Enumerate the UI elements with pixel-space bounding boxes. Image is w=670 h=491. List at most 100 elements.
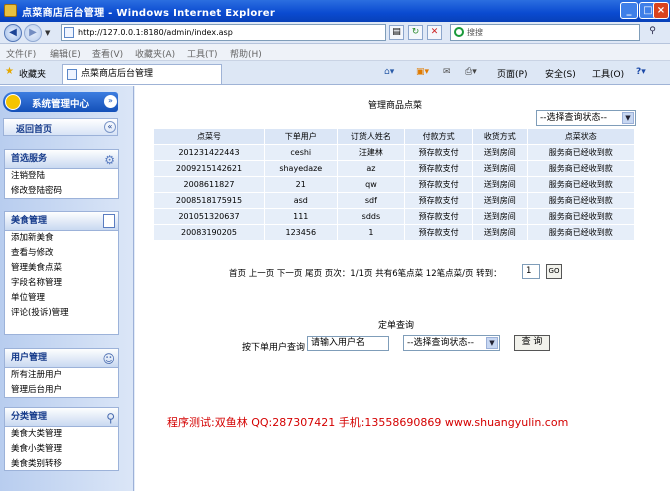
sidebar: 系统管理中心 » 返回首页 « 首选服务 ⚙ 注销登陆 修改登陆密码 美食管理 … bbox=[0, 86, 134, 491]
table-cell: 送到房间 bbox=[472, 144, 528, 161]
sidebar-item-category-transfer[interactable]: 美食类别转移 bbox=[5, 457, 118, 472]
table-cell: 送到房间 bbox=[472, 224, 528, 241]
panel-user-management: 用户管理 ☺ 所有注册用户 管理后台用户 bbox=[4, 348, 119, 398]
menu-favorites[interactable]: 收藏夹(A) bbox=[135, 47, 175, 60]
collapse-icon[interactable]: « bbox=[104, 121, 116, 133]
back-button[interactable]: ◀ bbox=[4, 24, 22, 42]
admin-center-icon bbox=[5, 94, 21, 110]
favorites-button[interactable]: 收藏夹 bbox=[19, 67, 46, 80]
sidebar-item-logout[interactable]: 注销登陆 bbox=[5, 169, 118, 184]
table-row: 2008518175915 asd sdf 预存款支付 送到房间 服务商已经收到款 bbox=[153, 192, 636, 209]
tools-menu[interactable]: 工具(O) bbox=[592, 67, 624, 80]
help-icon[interactable]: ?▾ bbox=[636, 67, 646, 77]
chevron-down-icon: ▼ bbox=[486, 337, 498, 349]
footer-credits: 程序测试:双鱼林 QQ:287307421 手机:13558690869 www… bbox=[167, 416, 569, 429]
sidebar-item-field-names[interactable]: 字段名称管理 bbox=[5, 276, 118, 291]
column-header: 点菜状态 bbox=[526, 128, 636, 145]
menu-help[interactable]: 帮助(H) bbox=[230, 47, 262, 60]
query-button[interactable]: 查 询 bbox=[514, 335, 550, 351]
table-cell: 服务商已经收到款 bbox=[526, 144, 636, 161]
status-filter-select[interactable]: --选择查询状态-- ▼ bbox=[536, 110, 636, 126]
table-cell: 汪建林 bbox=[336, 144, 406, 161]
tab-toolbar: ★ 收藏夹 点菜商店后台管理 ⌂▾ ▣▾ ✉ ⎙▾ 页面(P) 安全(S) 工具… bbox=[0, 61, 670, 85]
search-icon: ⚲ bbox=[106, 411, 115, 425]
table-cell: 21 bbox=[264, 176, 338, 193]
tab-page-icon bbox=[67, 69, 77, 80]
browser-tab[interactable]: 点菜商店后台管理 bbox=[62, 64, 222, 84]
safety-menu[interactable]: 安全(S) bbox=[545, 67, 576, 80]
menu-view[interactable]: 查看(V) bbox=[92, 47, 123, 60]
search-provider-icon bbox=[454, 27, 464, 37]
menu-tools[interactable]: 工具(T) bbox=[187, 47, 218, 60]
go-button[interactable]: GO bbox=[546, 264, 562, 279]
refresh-icon[interactable]: ↻ bbox=[408, 25, 423, 40]
table-cell: 1 bbox=[336, 224, 406, 241]
query-status-value: --选择查询状态-- bbox=[407, 338, 474, 348]
menu-file[interactable]: 文件(F) bbox=[6, 47, 36, 60]
table-row: 20083190205 123456 1 预存款支付 送到房间 服务商已经收到款 bbox=[153, 224, 636, 241]
sidebar-item-admin-users[interactable]: 管理后台用户 bbox=[5, 383, 118, 398]
menu-edit[interactable]: 编辑(E) bbox=[50, 47, 81, 60]
panel-food-management: 美食管理 添加新美食 查看与修改 管理美食点菜 字段名称管理 单位管理 评论(投… bbox=[4, 211, 119, 335]
table-cell: 送到房间 bbox=[472, 192, 528, 209]
tab-title: 点菜商店后台管理 bbox=[81, 69, 154, 79]
feeds-icon[interactable]: ▣▾ bbox=[416, 67, 429, 77]
sidebar-item-add-food[interactable]: 添加新美食 bbox=[5, 231, 118, 246]
table-cell: 2009215142621 bbox=[153, 160, 265, 177]
status-filter-value: --选择查询状态-- bbox=[540, 113, 607, 123]
home-link[interactable]: 返回首页 « bbox=[3, 118, 118, 136]
sidebar-item-minor-categories[interactable]: 美食小类管理 bbox=[5, 442, 118, 457]
query-status-select[interactable]: --选择查询状态-- ▼ bbox=[403, 335, 500, 351]
address-toolbar: ◀ ▶ ▼ http://127.0.0.1:8180/admin/index.… bbox=[0, 22, 670, 44]
search-input[interactable]: 搜搜 bbox=[450, 24, 640, 41]
sidebar-item-view-edit[interactable]: 查看与修改 bbox=[5, 246, 118, 261]
home-link-label: 返回首页 bbox=[16, 125, 53, 135]
forward-button[interactable]: ▶ bbox=[24, 24, 42, 42]
table-cell: qw bbox=[336, 176, 406, 193]
stop-icon[interactable]: ✕ bbox=[427, 25, 442, 40]
table-cell: 送到房间 bbox=[472, 176, 528, 193]
username-input[interactable]: 请输入用户名 bbox=[307, 336, 389, 351]
history-dropdown-icon[interactable]: ▼ bbox=[45, 29, 50, 37]
table-cell: 预存款支付 bbox=[404, 176, 474, 193]
sidebar-item-units[interactable]: 单位管理 bbox=[5, 291, 118, 306]
column-header: 订货人姓名 bbox=[336, 128, 406, 145]
sidebar-item-manage-orders[interactable]: 管理美食点菜 bbox=[5, 261, 118, 276]
column-header: 点菜号 bbox=[153, 128, 265, 145]
table-cell: sdf bbox=[336, 192, 406, 209]
sidebar-item-comments[interactable]: 评论(投诉)管理 bbox=[5, 306, 118, 321]
sidebar-title: 系统管理中心 bbox=[32, 99, 90, 110]
table-cell: 服务商已经收到款 bbox=[526, 160, 636, 177]
page-jump-input[interactable]: 1 bbox=[522, 264, 540, 279]
print-icon[interactable]: ⎙▾ bbox=[465, 67, 477, 77]
search-icon[interactable]: ⚲ bbox=[645, 25, 660, 40]
address-url: http://127.0.0.1:8180/admin/index.asp bbox=[78, 28, 233, 37]
sidebar-item-change-password[interactable]: 修改登陆密码 bbox=[5, 184, 118, 199]
sidebar-header: 系统管理中心 » bbox=[3, 92, 118, 112]
panel-title: 分类管理 ⚲ bbox=[5, 408, 118, 427]
panel-title: 首选服务 ⚙ bbox=[5, 150, 118, 169]
panel-title: 用户管理 ☺ bbox=[5, 349, 118, 368]
table-cell: sdds bbox=[336, 208, 406, 225]
page-menu[interactable]: 页面(P) bbox=[497, 67, 527, 80]
column-header: 付款方式 bbox=[404, 128, 474, 145]
address-input[interactable]: http://127.0.0.1:8180/admin/index.asp bbox=[61, 24, 386, 41]
compat-view-icon[interactable]: ▤ bbox=[389, 25, 404, 40]
table-cell: 送到房间 bbox=[472, 208, 528, 225]
minimize-button[interactable]: _ bbox=[620, 2, 638, 19]
sidebar-item-all-users[interactable]: 所有注册用户 bbox=[5, 368, 118, 383]
window-title: 点菜商店后台管理 - Windows Internet Explorer bbox=[22, 8, 276, 19]
panel-preferred-services: 首选服务 ⚙ 注销登陆 修改登陆密码 bbox=[4, 149, 119, 199]
mail-icon[interactable]: ✉ bbox=[443, 67, 451, 77]
table-cell: 预存款支付 bbox=[404, 208, 474, 225]
close-button[interactable]: × bbox=[653, 2, 669, 19]
collapse-toggle-icon[interactable]: » bbox=[104, 95, 117, 108]
search-placeholder: 搜搜 bbox=[467, 28, 483, 37]
sidebar-item-major-categories[interactable]: 美食大类管理 bbox=[5, 427, 118, 442]
favorites-star-icon[interactable]: ★ bbox=[5, 66, 14, 77]
table-cell: 预存款支付 bbox=[404, 224, 474, 241]
menu-bar: 文件(F) 编辑(E) 查看(V) 收藏夹(A) 工具(T) 帮助(H) bbox=[0, 44, 670, 61]
home-icon[interactable]: ⌂▾ bbox=[384, 67, 394, 77]
window-titlebar: 点菜商店后台管理 - Windows Internet Explorer _ □… bbox=[0, 0, 670, 22]
page-icon bbox=[64, 27, 74, 38]
